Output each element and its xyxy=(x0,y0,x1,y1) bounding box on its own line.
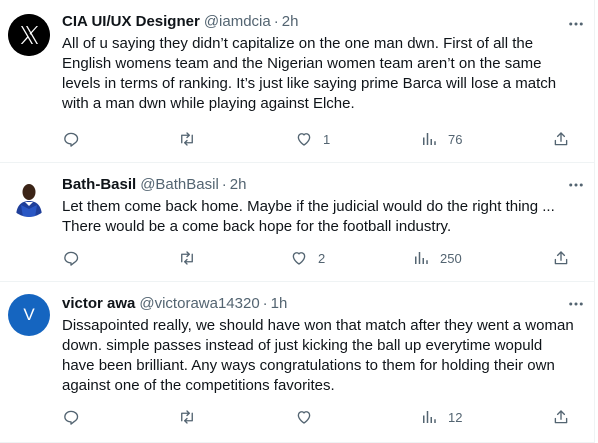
retweet-button[interactable] xyxy=(178,128,206,150)
tweet-actions: 2 250 xyxy=(62,247,582,269)
tweet-actions: 12 xyxy=(62,406,582,428)
more-button[interactable] xyxy=(566,14,586,34)
share-button[interactable] xyxy=(552,247,570,269)
reply-button[interactable] xyxy=(62,128,90,150)
tweet-header: victor awa @victorawa14320 · 1h xyxy=(62,294,576,314)
like-icon xyxy=(292,252,306,265)
more-icon xyxy=(569,22,583,26)
author-handle[interactable]: @victorawa14320 xyxy=(139,294,259,314)
retweet-icon xyxy=(181,410,193,424)
avatar[interactable] xyxy=(8,175,50,217)
like-icon xyxy=(297,133,311,146)
views-button[interactable]: 76 xyxy=(420,128,462,150)
more-icon xyxy=(569,302,583,306)
views-icon xyxy=(423,411,436,423)
share-icon xyxy=(554,132,568,146)
reply-button[interactable] xyxy=(62,406,90,428)
share-button[interactable] xyxy=(552,128,570,150)
separator: · xyxy=(273,13,279,30)
like-button[interactable] xyxy=(295,406,323,428)
more-button[interactable] xyxy=(566,175,586,195)
share-icon xyxy=(554,410,568,424)
tweet[interactable]: CIA UI/UX Designer @iamdcia · 2h All of … xyxy=(0,0,595,163)
retweet-button[interactable] xyxy=(178,247,206,269)
reply-button[interactable] xyxy=(62,247,90,269)
like-button[interactable]: 1 xyxy=(295,128,330,150)
views-count: 12 xyxy=(448,409,463,425)
tweet[interactable]: Bath-Basil @BathBasil · 2h Let them come… xyxy=(0,163,595,282)
avatar[interactable]: V xyxy=(8,294,50,336)
tweet-text: Dissapointed really, we should have won … xyxy=(62,317,574,394)
timestamp[interactable]: 2h xyxy=(282,12,299,32)
author-handle[interactable]: @iamdcia xyxy=(204,12,271,32)
author-handle[interactable]: @BathBasil xyxy=(140,175,219,195)
reply-icon xyxy=(64,251,79,266)
reply-icon xyxy=(64,132,79,147)
tweet-text: All of u saying they didn’t capitalize o… xyxy=(62,35,557,112)
share-icon xyxy=(554,251,568,265)
tweet-text: Let them come back home. Maybe if the ju… xyxy=(62,198,555,235)
like-count: 2 xyxy=(318,250,326,266)
author-name[interactable]: Bath-Basil xyxy=(62,175,136,195)
views-count: 250 xyxy=(440,250,462,266)
views-button[interactable]: 250 xyxy=(412,247,462,269)
reply-icon xyxy=(64,410,79,425)
avatar-letter: V xyxy=(23,305,35,324)
more-icon xyxy=(569,183,583,187)
author-name[interactable]: CIA UI/UX Designer xyxy=(62,12,200,32)
reply-feed: CIA UI/UX Designer @iamdcia · 2h All of … xyxy=(0,0,598,443)
tweet[interactable]: V victor awa @victorawa14320 · 1h Dissap… xyxy=(0,282,595,443)
separator: · xyxy=(221,176,227,193)
user-photo-icon xyxy=(8,175,50,217)
author-name[interactable]: victor awa xyxy=(62,294,135,314)
avatar[interactable] xyxy=(8,14,50,56)
retweet-icon xyxy=(181,251,193,265)
timestamp[interactable]: 1h xyxy=(271,294,288,314)
share-button[interactable] xyxy=(552,406,570,428)
retweet-icon xyxy=(181,132,193,146)
views-button[interactable]: 12 xyxy=(420,406,462,428)
timestamp[interactable]: 2h xyxy=(230,175,247,195)
tweet-header: Bath-Basil @BathBasil · 2h xyxy=(62,175,576,195)
tweet-header: CIA UI/UX Designer @iamdcia · 2h xyxy=(62,12,576,32)
like-button[interactable]: 2 xyxy=(290,247,325,269)
views-icon xyxy=(415,252,428,264)
like-icon xyxy=(297,411,311,424)
separator: · xyxy=(262,295,268,312)
x-logo-icon xyxy=(8,14,50,56)
more-button[interactable] xyxy=(566,294,586,314)
retweet-button[interactable] xyxy=(178,406,206,428)
like-count: 1 xyxy=(323,131,331,147)
views-count: 76 xyxy=(448,131,463,147)
views-icon xyxy=(423,133,436,145)
tweet-actions: 1 76 xyxy=(62,128,582,150)
